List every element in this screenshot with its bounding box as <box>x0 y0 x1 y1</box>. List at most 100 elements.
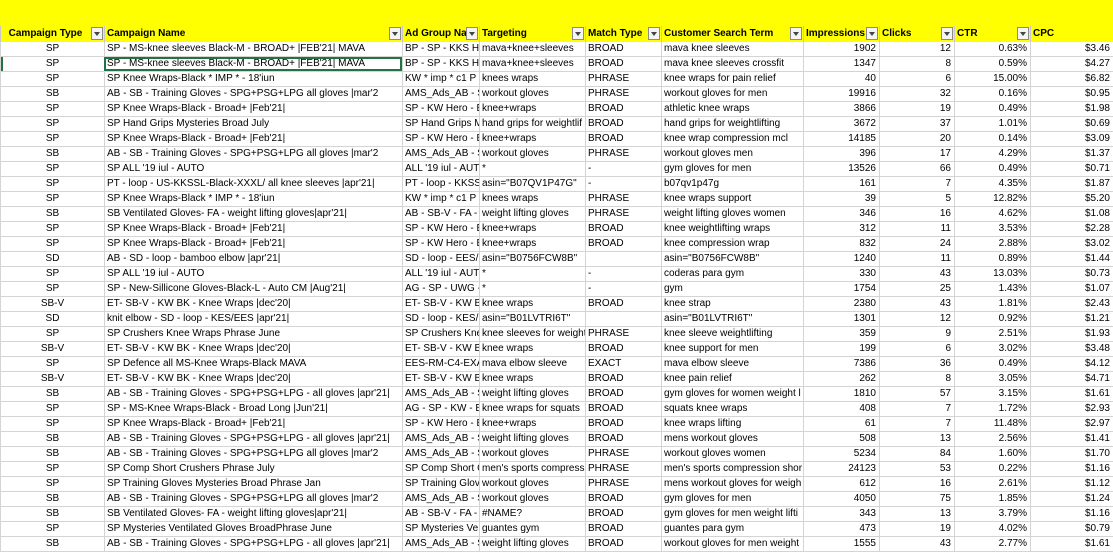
cell-match-type[interactable]: PHRASE <box>585 477 661 491</box>
cell-cpc[interactable]: $1.61 <box>1030 387 1113 401</box>
cell-targeting[interactable]: knee wraps <box>479 372 585 386</box>
cell-cpc[interactable]: $4.12 <box>1030 357 1113 371</box>
cell-clicks[interactable]: 7 <box>879 417 954 431</box>
cell-ad-group[interactable]: KW * imp * c1 P <box>402 192 479 206</box>
cell-impressions[interactable]: 13526 <box>803 162 879 176</box>
column-header-campaign-name[interactable]: Campaign Name <box>104 26 402 42</box>
filter-dropdown-icon[interactable] <box>466 27 478 40</box>
cell-customer-search-term[interactable]: asin="B0756FCW8B" <box>661 252 803 266</box>
cell-targeting[interactable]: * <box>479 162 585 176</box>
cell-match-type[interactable]: BROAD <box>585 492 661 506</box>
cell-match-type[interactable]: BROAD <box>585 417 661 431</box>
table-row[interactable]: SB-V ET- SB-V - KW BK - Knee Wraps |dec'2… <box>0 297 1113 312</box>
cell-ad-group[interactable]: AMS_Ads_AB - S <box>402 432 479 446</box>
cell-impressions[interactable]: 473 <box>803 522 879 536</box>
cell-campaign-type[interactable]: SP <box>0 177 104 191</box>
cell-customer-search-term[interactable]: hand grips for weightlifting <box>661 117 803 131</box>
cell-targeting[interactable]: workout gloves <box>479 147 585 161</box>
cell-ctr[interactable]: 3.15% <box>954 387 1030 401</box>
cell-campaign-type[interactable]: SB <box>0 492 104 506</box>
cell-targeting[interactable]: mava+knee+sleeves <box>479 57 585 71</box>
cell-campaign-type[interactable]: SP <box>0 42 104 56</box>
cell-ad-group[interactable]: AB - SB-V - FA - v <box>402 207 479 221</box>
cell-campaign-type[interactable]: SP <box>0 162 104 176</box>
cell-customer-search-term[interactable]: gym gloves for men <box>661 492 803 506</box>
cell-match-type[interactable]: BROAD <box>585 57 661 71</box>
cell-impressions[interactable]: 4050 <box>803 492 879 506</box>
cell-ctr[interactable]: 0.22% <box>954 462 1030 476</box>
cell-campaign-type[interactable]: SB <box>0 147 104 161</box>
cell-clicks[interactable]: 13 <box>879 432 954 446</box>
cell-clicks[interactable]: 6 <box>879 72 954 86</box>
cell-campaign-type[interactable]: SB <box>0 537 104 551</box>
cell-ad-group[interactable]: SP - KW Hero - B <box>402 102 479 116</box>
cell-campaign-name[interactable]: SP - MS-knee sleeves Black-M - BROAD+ |F… <box>104 57 402 71</box>
cell-cpc[interactable]: $5.20 <box>1030 192 1113 206</box>
filter-dropdown-icon[interactable] <box>866 27 878 40</box>
cell-campaign-type[interactable]: SP <box>0 402 104 416</box>
cell-ctr[interactable]: 4.62% <box>954 207 1030 221</box>
cell-customer-search-term[interactable]: mens workout gloves for weigh <box>661 477 803 491</box>
table-row[interactable]: SP SP Knee Wraps-Black - Broad+ |Feb'21| S… <box>0 222 1113 237</box>
cell-customer-search-term[interactable]: gym <box>661 282 803 296</box>
cell-match-type[interactable]: BROAD <box>585 507 661 521</box>
cell-targeting[interactable]: knee sleeves for weight <box>479 327 585 341</box>
cell-match-type[interactable]: BROAD <box>585 522 661 536</box>
cell-campaign-name[interactable]: SP Comp Short Crushers Phrase July <box>104 462 402 476</box>
filter-dropdown-icon[interactable] <box>572 27 584 40</box>
table-row[interactable]: SB AB - SB - Training Gloves - SPG+PSG+LP… <box>0 537 1113 552</box>
cell-cpc[interactable]: $1.12 <box>1030 477 1113 491</box>
cell-campaign-name[interactable]: SP Knee Wraps-Black * IMP * - 18'iun <box>104 72 402 86</box>
cell-impressions[interactable]: 39 <box>803 192 879 206</box>
cell-customer-search-term[interactable]: workout gloves women <box>661 447 803 461</box>
cell-impressions[interactable]: 14185 <box>803 132 879 146</box>
cell-match-type[interactable]: PHRASE <box>585 327 661 341</box>
cell-ctr[interactable]: 1.81% <box>954 297 1030 311</box>
cell-match-type[interactable]: BROAD <box>585 132 661 146</box>
cell-campaign-type[interactable]: SD <box>0 312 104 326</box>
table-row[interactable]: SD AB - SD - loop - bamboo elbow |apr'21|… <box>0 252 1113 267</box>
cell-ad-group[interactable]: SP Mysteries Ve <box>402 522 479 536</box>
cell-campaign-name[interactable]: AB - SB - Training Gloves - SPG+PSG+LPG … <box>104 432 402 446</box>
cell-match-type[interactable]: BROAD <box>585 402 661 416</box>
cell-customer-search-term[interactable]: workout gloves for men weight <box>661 537 803 551</box>
cell-impressions[interactable]: 1810 <box>803 387 879 401</box>
cell-match-type[interactable]: BROAD <box>585 387 661 401</box>
cell-clicks[interactable]: 11 <box>879 252 954 266</box>
cell-cpc[interactable]: $2.43 <box>1030 297 1113 311</box>
column-header-customer-search-term[interactable]: Customer Search Term <box>661 26 803 42</box>
cell-cpc[interactable]: $0.71 <box>1030 162 1113 176</box>
cell-match-type[interactable]: EXACT <box>585 357 661 371</box>
cell-customer-search-term[interactable]: gym gloves for men weight lifti <box>661 507 803 521</box>
cell-campaign-name[interactable]: ET- SB-V - KW BK - Knee Wraps |dec'20| <box>104 342 402 356</box>
cell-clicks[interactable]: 6 <box>879 342 954 356</box>
cell-campaign-type[interactable]: SB <box>0 507 104 521</box>
cell-ctr[interactable]: 0.63% <box>954 42 1030 56</box>
cell-customer-search-term[interactable]: mens workout gloves <box>661 432 803 446</box>
cell-customer-search-term[interactable]: asin="B01LVTRI6T" <box>661 312 803 326</box>
cell-ad-group[interactable]: SP - KW Hero - B <box>402 417 479 431</box>
table-row[interactable]: SB AB - SB - Training Gloves - SPG+PSG+LP… <box>0 87 1113 102</box>
cell-clicks[interactable]: 19 <box>879 522 954 536</box>
cell-customer-search-term[interactable]: knee strap <box>661 297 803 311</box>
cell-campaign-name[interactable]: SP Knee Wraps-Black - Broad+ |Feb'21| <box>104 417 402 431</box>
cell-ctr[interactable]: 1.01% <box>954 117 1030 131</box>
cell-impressions[interactable]: 262 <box>803 372 879 386</box>
cell-targeting[interactable]: mava elbow sleeve <box>479 357 585 371</box>
cell-campaign-type[interactable]: SP <box>0 57 104 71</box>
cell-clicks[interactable]: 43 <box>879 297 954 311</box>
cell-ad-group[interactable]: EES-RM-C4-EXAC <box>402 357 479 371</box>
table-row[interactable]: SP SP Defence all MS-Knee Wraps-Black MAV… <box>0 357 1113 372</box>
table-row[interactable]: SB SB Ventilated Gloves- FA - weight lift… <box>0 507 1113 522</box>
cell-ad-group[interactable]: SP - KW Hero - B <box>402 237 479 251</box>
cell-campaign-type[interactable]: SB <box>0 432 104 446</box>
cell-clicks[interactable]: 11 <box>879 222 954 236</box>
cell-campaign-type[interactable]: SP <box>0 222 104 236</box>
cell-ad-group[interactable]: ET- SB-V - KW B <box>402 372 479 386</box>
cell-campaign-name[interactable]: SP Knee Wraps-Black - Broad+ |Feb'21| <box>104 102 402 116</box>
cell-ctr[interactable]: 12.82% <box>954 192 1030 206</box>
cell-cpc[interactable]: $1.07 <box>1030 282 1113 296</box>
cell-match-type[interactable]: BROAD <box>585 342 661 356</box>
cell-ad-group[interactable]: SP Crushers Kne <box>402 327 479 341</box>
cell-ctr[interactable]: 1.60% <box>954 447 1030 461</box>
